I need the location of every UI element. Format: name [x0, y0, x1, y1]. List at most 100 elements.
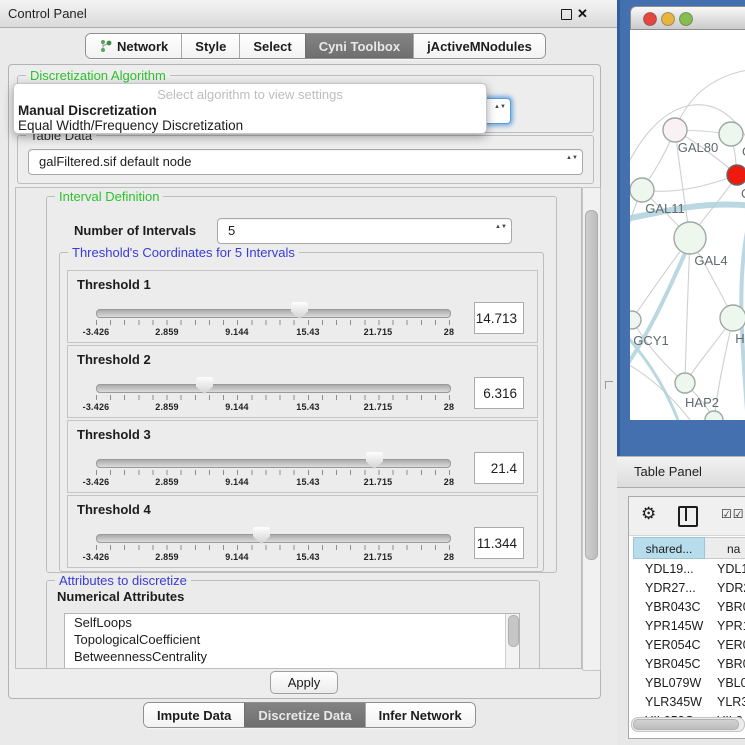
label-gcy1: GCY1 [633, 333, 668, 348]
stepper-icon: ▲▼ [566, 154, 574, 170]
cell: YBR045C [645, 655, 701, 674]
node-hap2[interactable] [675, 373, 695, 393]
label-hap2: HAP2 [685, 395, 719, 410]
tick-label: -3.426 [83, 327, 110, 337]
control-panel-titlebar: Control Panel ✕ [0, 0, 617, 28]
node-gal80[interactable] [663, 118, 687, 142]
tab-impute-data[interactable]: Impute Data [144, 703, 244, 727]
minimize-window-icon[interactable] [662, 13, 675, 26]
tab-network[interactable]: Network [86, 34, 181, 58]
table-data-combobox[interactable]: galFiltered.sif default node ▲▼ [28, 149, 583, 175]
tick-label: 9.144 [225, 327, 249, 337]
node-table-container: ⚙ ☑☑ shared... na YDL19...YDL1 YDR27...Y… [628, 496, 745, 739]
network-view-window: GAL80 G C GAL11 GAL4 GCY1 H HAP2 [617, 0, 745, 456]
threshold-2-slider-track[interactable] [96, 384, 451, 393]
cell: YER0 [717, 636, 745, 655]
column-header-name[interactable]: na [705, 537, 745, 559]
numerical-attributes-list: SelfLoops TopologicalCoefficient Between… [64, 613, 520, 669]
tick-label: -3.426 [83, 402, 110, 412]
network-canvas[interactable]: GAL80 G C GAL11 GAL4 GCY1 H HAP2 [630, 30, 745, 420]
table-row[interactable]: YBR045CYBR0 [629, 655, 745, 674]
close-window-icon[interactable] [644, 13, 657, 26]
zoom-window-icon[interactable] [680, 13, 693, 26]
node-gal11[interactable] [630, 178, 654, 202]
algorithm-dropdown-popup: Select algorithm to view settings Manual… [13, 83, 487, 134]
column-header-name-label: na [727, 538, 740, 560]
tick-label: -3.426 [83, 552, 110, 562]
cell: YDL1 [717, 560, 745, 579]
threshold-1-value-field[interactable]: 14.713 [474, 302, 524, 334]
traffic-light-buttons [631, 7, 701, 31]
table-row[interactable]: YBL079WYBL0 [629, 674, 745, 693]
select-columns-icons[interactable]: ☑☑ [721, 507, 745, 521]
threshold-3-value-field[interactable]: 21.4 [474, 452, 524, 484]
table-horizontal-scrollbar-thumb[interactable] [633, 719, 739, 730]
node-top-right[interactable] [719, 122, 743, 146]
threshold-4-slider-track[interactable] [96, 534, 451, 543]
tick-label: 9.144 [225, 552, 249, 562]
apply-button[interactable]: Apply [270, 671, 338, 694]
cell: YLR345W [645, 693, 702, 712]
threshold-2-panel: Threshold 2 -3.426 2.859 9.144 15.43 21.… [67, 345, 538, 418]
list-item-betweennesscentrality[interactable]: BetweennessCentrality [65, 648, 519, 665]
tick-label: 2.859 [155, 327, 179, 337]
tab-network-label: Network [117, 39, 168, 54]
main-scrollbar-thumb[interactable] [585, 210, 598, 560]
tab-cyni-toolbox[interactable]: Cyni Toolbox [305, 34, 413, 58]
tab-select[interactable]: Select [239, 34, 304, 58]
tick-label: 28 [444, 477, 454, 487]
settings-scroll-viewport: Interval Definition Number of Intervals … [15, 187, 582, 669]
dropdown-item-manual-discretization[interactable]: Manual Discretization [18, 103, 157, 118]
tab-cyni-toolbox-label: Cyni Toolbox [319, 39, 400, 54]
table-data-selected: galFiltered.sif default node [39, 150, 191, 174]
table-panel-titlebar: Table Panel [617, 456, 745, 488]
tick-label: 21.715 [364, 327, 393, 337]
tick-label: 21.715 [364, 402, 393, 412]
threshold-4-panel: Threshold 4 -3.426 2.859 9.144 15.43 21.… [67, 495, 538, 568]
tab-discretize-data[interactable]: Discretize Data [244, 703, 364, 727]
cell: YBL0 [717, 674, 745, 693]
split-columns-icon[interactable] [678, 506, 698, 527]
list-item-selfloops[interactable]: SelfLoops [65, 614, 519, 631]
cell: YPR145W [645, 617, 703, 636]
column-header-shared-name[interactable]: shared... [633, 537, 705, 559]
main-scrollbar[interactable] [582, 187, 601, 671]
table-panel: Table Panel ⚙ ☑☑ shared... na YDL19...YD… [617, 456, 745, 745]
numerical-attributes-heading: Numerical Attributes [57, 589, 184, 604]
number-of-intervals-combobox[interactable]: 5 ▲▼ [217, 218, 512, 244]
table-row[interactable]: YDR27...YDR2 [629, 579, 745, 598]
threshold-4-value-field[interactable]: 11.344 [474, 527, 524, 559]
tab-style[interactable]: Style [181, 34, 239, 58]
tick-label: -3.426 [83, 477, 110, 487]
node-bottom[interactable] [705, 411, 723, 420]
table-row[interactable]: YLR345W YLR3 [629, 693, 745, 712]
float-panel-icon[interactable] [561, 9, 572, 20]
bottom-tab-bar: Impute Data Discretize Data Infer Networ… [143, 702, 476, 728]
node-gcy1[interactable] [630, 311, 641, 329]
divider-resize-handle[interactable] [605, 381, 613, 389]
label-gal80: GAL80 [678, 140, 718, 155]
threshold-1-slider-track[interactable] [96, 309, 451, 318]
table-toolbar: ⚙ ☑☑ [629, 497, 745, 536]
tab-infer-network[interactable]: Infer Network [365, 703, 475, 727]
threshold-2-value-field[interactable]: 6.316 [474, 377, 524, 409]
node-gal4[interactable] [674, 222, 706, 254]
threshold-3-slider-track[interactable] [96, 459, 451, 468]
gear-icon[interactable]: ⚙ [641, 504, 656, 524]
list-item-topologicalcoefficient[interactable]: TopologicalCoefficient [65, 631, 519, 648]
table-row[interactable]: YER054CYER0 [629, 636, 745, 655]
node-h[interactable] [720, 305, 745, 331]
tab-jactivemnodules[interactable]: jActiveMNodules [413, 34, 545, 58]
table-row[interactable]: YBR043CYBR0 [629, 598, 745, 617]
dropdown-item-equal-width-frequency[interactable]: Equal Width/Frequency Discretization [18, 118, 243, 133]
network-window-titlebar[interactable] [630, 6, 745, 30]
threshold-3-label: Threshold 3 [77, 427, 151, 442]
node-selected-red[interactable] [727, 165, 745, 185]
cell: YLR3 [717, 693, 745, 712]
table-row[interactable]: YPR145WYPR1 [629, 617, 745, 636]
table-row[interactable]: YDL19...YDL1 [629, 560, 745, 579]
close-panel-icon[interactable]: ✕ [577, 5, 588, 23]
table-horizontal-scrollbar[interactable] [631, 717, 745, 732]
attributes-scrollbar[interactable] [505, 614, 519, 668]
tab-impute-data-label: Impute Data [157, 708, 231, 723]
